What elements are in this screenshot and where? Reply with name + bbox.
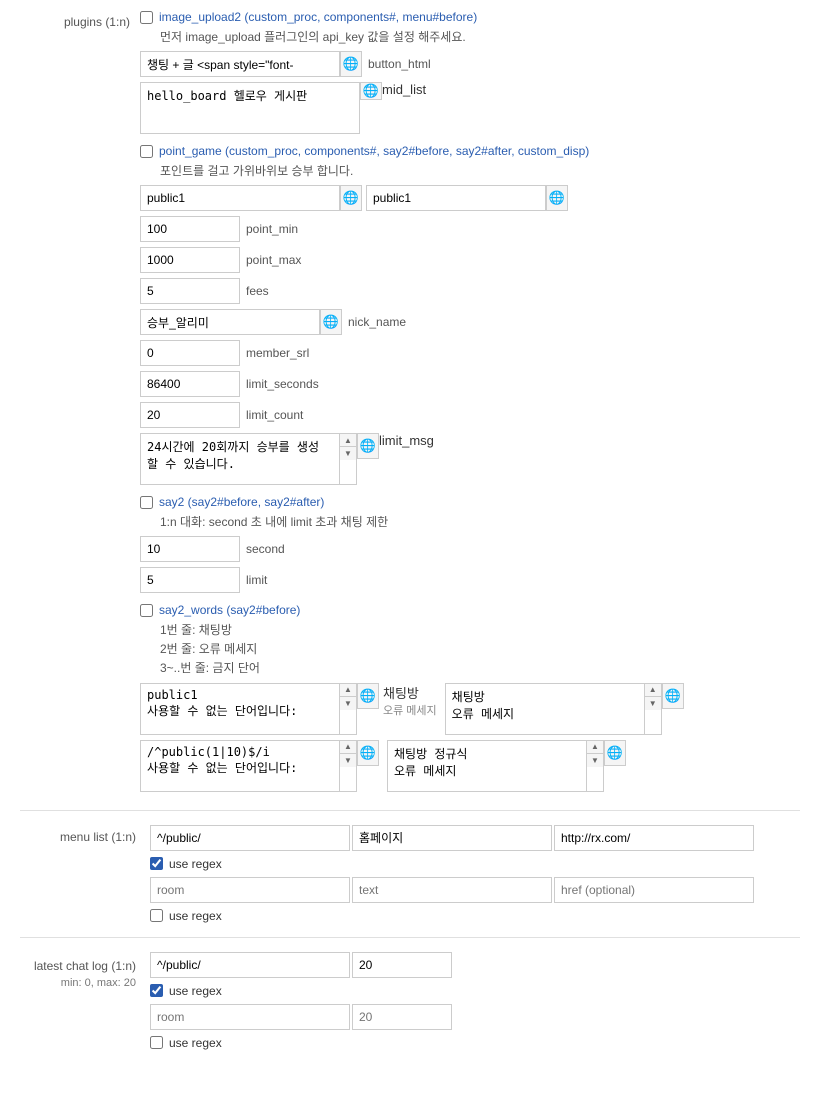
menu-list-use-regex-cb1[interactable] [150, 857, 163, 870]
menu-list-label: menu list (1:n) [20, 825, 150, 844]
limit-msg-scroll-down[interactable]: ▼ [340, 447, 356, 460]
latest-chat-log-label: latest chat log (1:n) min: 0, max: 20 [20, 952, 150, 992]
point-game-public1-input1[interactable] [140, 185, 340, 211]
say2-words-right-top-globe[interactable]: 🌐 [662, 683, 684, 709]
image-upload2-name: image_upload2 (custom_proc, components#,… [159, 10, 477, 24]
latest-chat-log-sublabel: min: 0, max: 20 [20, 975, 136, 992]
say2-words-left-top-scroll-up[interactable]: ▲ [340, 684, 356, 697]
latest-chat-use-regex-cb1[interactable] [150, 984, 163, 997]
menu-list-row2-text[interactable] [352, 877, 552, 903]
limit-msg-label: limit_msg [379, 433, 434, 448]
latest-chat-use-regex-label1: use regex [169, 984, 222, 998]
member-srl-input[interactable] [140, 340, 240, 366]
limit-seconds-input[interactable] [140, 371, 240, 397]
nick-name-globe[interactable]: 🌐 [320, 309, 342, 335]
point-min-input[interactable] [140, 216, 240, 242]
point-game-name: point_game (custom_proc, components#, sa… [159, 144, 589, 158]
menu-list-row1-room[interactable] [150, 825, 350, 851]
limit-count-label: limit_count [246, 408, 303, 422]
say2-words-right-bottom-globe[interactable]: 🌐 [604, 740, 626, 766]
latest-chat-log-section: latest chat log (1:n) min: 0, max: 20 us… [20, 946, 800, 1056]
say2-words-right-top-textarea[interactable] [445, 683, 645, 735]
say2-words-right-bottom-scroll-up[interactable]: ▲ [587, 741, 603, 754]
say2-second-input[interactable] [140, 536, 240, 562]
nick-name-label: nick_name [348, 315, 406, 329]
limit-seconds-label: limit_seconds [246, 377, 319, 391]
say2-words-left-bottom-textarea[interactable] [140, 740, 340, 792]
point-game-checkbox[interactable] [140, 145, 153, 158]
plugins-label: plugins (1:n) [20, 10, 140, 31]
latest-chat-use-regex-label2: use regex [169, 1036, 222, 1050]
say2-words-left-bottom-scroll-up[interactable]: ▲ [340, 741, 356, 754]
point-max-input[interactable] [140, 247, 240, 273]
say2-checkbox[interactable] [140, 496, 153, 509]
say2-block: say2 (say2#before, say2#after) 1:n 대화: s… [140, 495, 800, 593]
say2-words-left-top-textarea[interactable] [140, 683, 340, 735]
say2-words-left-top-globe[interactable]: 🌐 [357, 683, 379, 709]
mid-list-label: mid_list [382, 82, 426, 97]
fees-label: fees [246, 284, 269, 298]
point-game-public1-globe2[interactable]: 🌐 [546, 185, 568, 211]
mid-list-globe[interactable]: 🌐 [360, 82, 382, 100]
latest-chat-row1-room[interactable] [150, 952, 350, 978]
latest-chat-row2-room[interactable] [150, 1004, 350, 1030]
say2-words-right-bottom-scroll-down[interactable]: ▼ [587, 754, 603, 767]
say2-words-right-top-scroll-up[interactable]: ▲ [645, 684, 661, 697]
image-upload2-block: image_upload2 (custom_proc, components#,… [140, 10, 800, 134]
member-srl-label: member_srl [246, 346, 309, 360]
say2-words-right-top-scroll-down[interactable]: ▼ [645, 697, 661, 710]
say2-limit-label: limit [246, 573, 267, 587]
say2-words-left-bottom-globe[interactable]: 🌐 [357, 740, 379, 766]
say2-words-left-top-scroll-down[interactable]: ▼ [340, 697, 356, 710]
button-html-label: button_html [368, 57, 431, 71]
menu-list-row1-href[interactable] [554, 825, 754, 851]
menu-list-row1-text[interactable] [352, 825, 552, 851]
say2-second-label: second [246, 542, 285, 556]
menu-list-row2-room[interactable] [150, 877, 350, 903]
limit-msg-globe[interactable]: 🌐 [357, 433, 379, 459]
say2-words-checkbox[interactable] [140, 604, 153, 617]
say2-desc: 1:n 대화: second 초 내에 limit 초과 채팅 제한 [160, 513, 800, 530]
say2-words-right-bottom-textarea[interactable] [387, 740, 587, 792]
say2-limit-input[interactable] [140, 567, 240, 593]
say2-words-block: say2_words (say2#before) 1번 줄: 채팅방 2번 줄:… [140, 603, 800, 792]
button-html-globe[interactable]: 🌐 [340, 51, 362, 77]
image-upload2-desc: 먼저 image_upload 플러그인의 api_key 값을 설정 해주세요… [160, 28, 800, 45]
limit-msg-textarea[interactable] [140, 433, 340, 485]
mid-list-textarea[interactable] [140, 82, 360, 134]
latest-chat-row2-count[interactable] [352, 1004, 452, 1030]
image-upload2-checkbox[interactable] [140, 11, 153, 24]
point-game-public1-input2[interactable] [366, 185, 546, 211]
point-min-label: point_min [246, 222, 298, 236]
menu-list-section: menu list (1:n) use regex use regex [20, 819, 800, 929]
say2-words-left-top-label: 채팅방 오류 메세지 [383, 683, 437, 735]
say2-words-desc: 1번 줄: 채팅방 2번 줄: 오류 메세지 3~..번 줄: 금지 단어 [160, 621, 800, 679]
say2-words-name: say2_words (say2#before) [159, 603, 300, 617]
nick-name-input[interactable] [140, 309, 320, 335]
say2-name: say2 (say2#before, say2#after) [159, 495, 324, 509]
say2-words-left-bottom-scroll-down[interactable]: ▼ [340, 754, 356, 767]
latest-chat-row1-count[interactable] [352, 952, 452, 978]
point-game-block: point_game (custom_proc, components#, sa… [140, 144, 800, 485]
menu-list-use-regex-label2: use regex [169, 909, 222, 923]
latest-chat-use-regex-cb2[interactable] [150, 1036, 163, 1049]
limit-msg-scroll-up[interactable]: ▲ [340, 434, 356, 447]
point-max-label: point_max [246, 253, 301, 267]
button-html-input[interactable] [140, 51, 340, 77]
menu-list-row2-href[interactable] [554, 877, 754, 903]
point-game-public1-globe1[interactable]: 🌐 [340, 185, 362, 211]
fees-input[interactable] [140, 278, 240, 304]
point-game-desc: 포인트를 걸고 가위바위보 승부 합니다. [160, 162, 800, 179]
limit-count-input[interactable] [140, 402, 240, 428]
menu-list-use-regex-label1: use regex [169, 857, 222, 871]
menu-list-use-regex-cb2[interactable] [150, 909, 163, 922]
